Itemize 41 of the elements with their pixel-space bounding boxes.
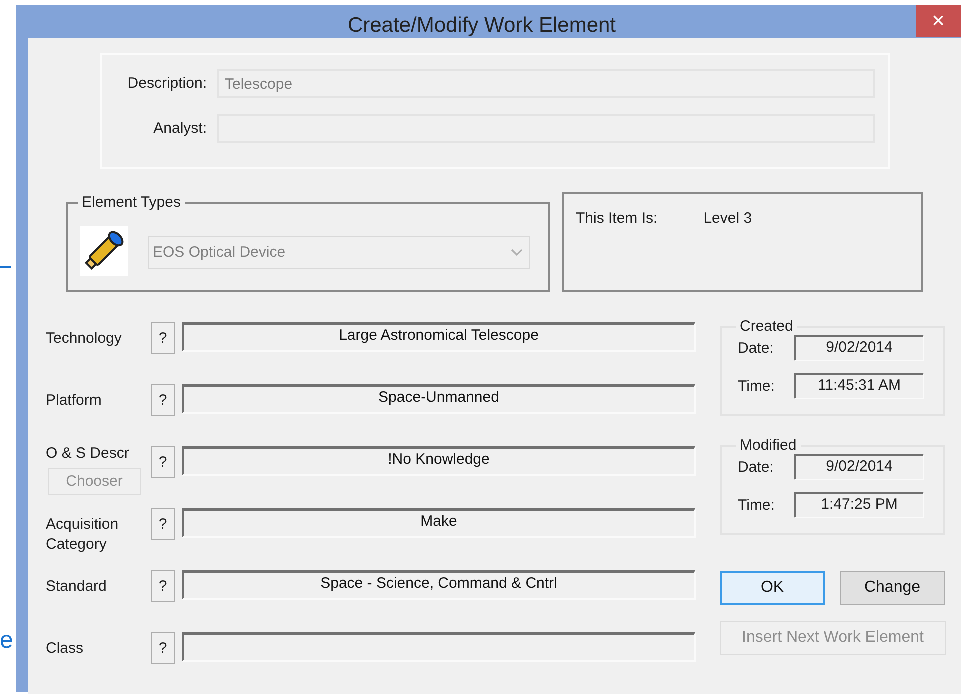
help-button[interactable]: ? [151, 446, 175, 478]
close-button[interactable]: × [916, 5, 961, 37]
value-field[interactable]: Large Astronomical Telescope [182, 322, 696, 352]
value-field[interactable]: Space-Unmanned [182, 384, 696, 414]
ok-button[interactable]: OK [720, 571, 825, 605]
value-field[interactable] [182, 632, 696, 662]
date-field: 9/02/2014 [794, 335, 924, 361]
time-label: Time: [738, 378, 776, 394]
group-label: Modified [739, 437, 798, 454]
help-button[interactable]: ? [151, 632, 175, 664]
change-button[interactable]: Change [840, 571, 945, 605]
field-label: Technology [46, 329, 122, 349]
chevron-down-icon [511, 248, 523, 256]
window-title: Create/Modify Work Element [346, 14, 618, 38]
group-label: Element Types [81, 194, 182, 211]
time-field: 11:45:31 AM [794, 373, 924, 399]
field-label: Standard [46, 577, 107, 597]
date-label: Date: [738, 458, 775, 476]
telescope-icon [80, 226, 128, 276]
value-field[interactable]: !No Knowledge [182, 446, 696, 476]
date-field: 9/02/2014 [794, 454, 924, 480]
field-label: O & S Descr [46, 444, 130, 464]
item-level-label: This Item Is: [576, 210, 658, 227]
value-field[interactable]: Space - Science, Command & Cntrl [182, 570, 696, 600]
field-label: Description: [126, 75, 207, 92]
time-field: 1:47:25 PM [794, 492, 924, 518]
field-label: Acquisition Category [46, 515, 120, 555]
background-text: e [0, 628, 14, 654]
time-label: Time: [738, 496, 776, 514]
help-button[interactable]: ? [151, 384, 175, 416]
group-label: Created [739, 318, 794, 335]
date-label: Date: [738, 340, 775, 356]
help-button[interactable]: ? [151, 508, 175, 540]
item-level-value: Level 3 [704, 210, 752, 227]
help-button[interactable]: ? [151, 570, 175, 602]
field-label: Class [46, 639, 84, 659]
input-field[interactable]: Telescope [217, 69, 875, 98]
field-label: Analyst: [152, 120, 207, 137]
value-field[interactable]: Make [182, 508, 696, 538]
field-label: Platform [46, 391, 102, 411]
help-button[interactable]: ? [151, 322, 175, 354]
